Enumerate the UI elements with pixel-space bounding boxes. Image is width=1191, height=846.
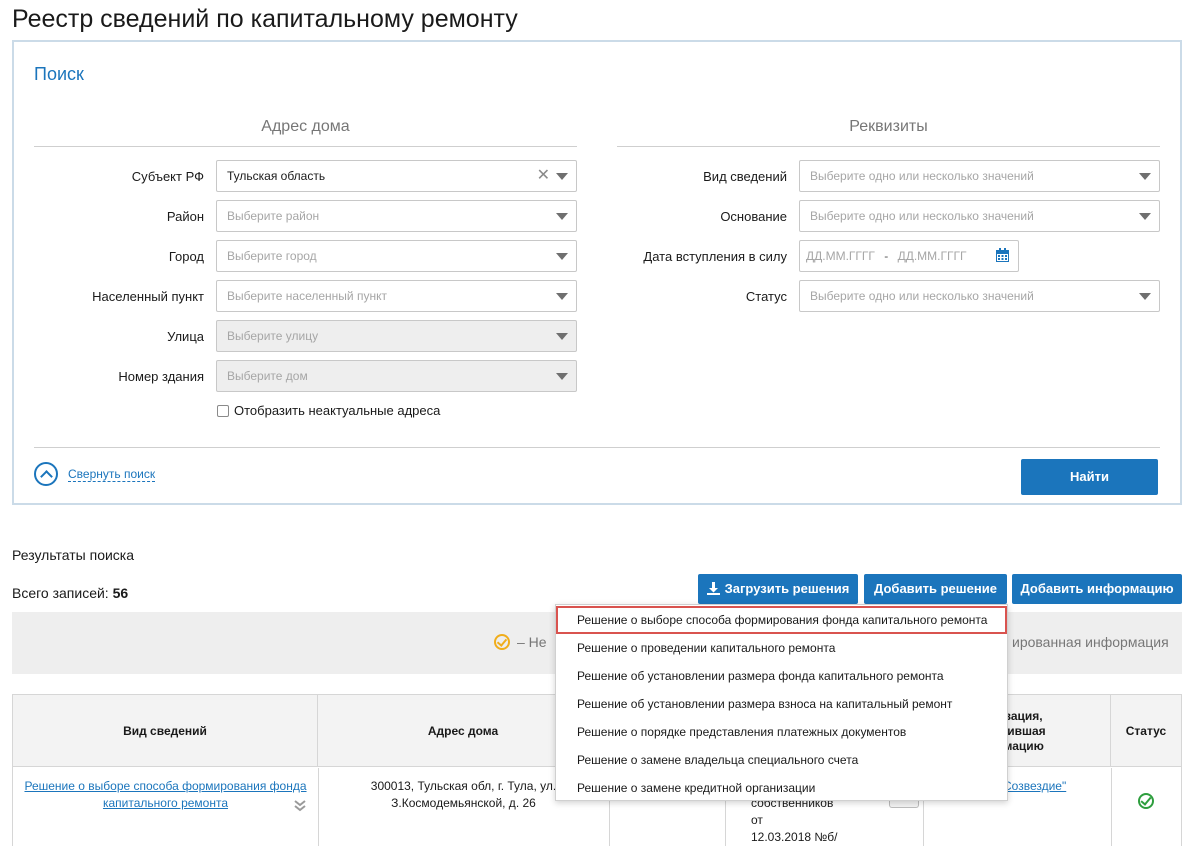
dropdown-item-fee-size[interactable]: Решение об установлении размера взноса н… (556, 690, 1007, 718)
dropdown-item-repair[interactable]: Решение о проведении капитального ремонт… (556, 634, 1007, 662)
basis-select[interactable]: Выберите одно или несколько значений (799, 200, 1160, 232)
info-kind-placeholder: Выберите одно или несколько значений (810, 169, 1034, 183)
requisites-section-divider (617, 146, 1160, 147)
row-kind-link[interactable]: Решение о выборе способа формирования фо… (24, 779, 306, 810)
basis-placeholder: Выберите одно или несколько значений (810, 209, 1034, 223)
building-label: Номер здания (118, 369, 204, 384)
status-placeholder: Выберите одно или несколько значений (810, 289, 1034, 303)
status-label: Статус (745, 289, 787, 304)
search-title: Поиск (34, 64, 84, 84)
dropdown-item-account-owner[interactable]: Решение о замене владельца специального … (556, 746, 1007, 774)
chevron-down-icon[interactable] (556, 213, 568, 220)
upload-decisions-label: Загрузить решения (724, 581, 850, 596)
building-select[interactable]: Выберите дом (216, 360, 577, 392)
clear-icon[interactable]: ✕ (537, 168, 550, 184)
city-select[interactable]: Выберите город (216, 240, 577, 272)
show-inactive-checkbox[interactable] (217, 404, 229, 417)
district-placeholder: Выберите район (227, 209, 320, 223)
dropdown-item-payment-docs[interactable]: Решение о порядке представления платежны… (556, 718, 1007, 746)
collapse-search[interactable]: Свернуть поиск (34, 462, 156, 486)
row-org-link[interactable]: Созвездие" (1003, 779, 1066, 793)
show-inactive-label: Отобразить неактуальные адреса (234, 403, 441, 418)
dropdown-item-fund-size[interactable]: Решение об установлении размера фонда ка… (556, 662, 1007, 690)
chevron-up-circle-icon[interactable] (34, 462, 58, 486)
search-panel: Поиск Адрес дома Реквизиты Субъект РФ Ту… (12, 40, 1182, 505)
find-button[interactable]: Найти (1021, 459, 1158, 495)
requisites-section-title: Реквизиты (849, 118, 928, 135)
city-placeholder: Выберите город (227, 249, 317, 263)
settlement-select[interactable]: Выберите населенный пункт (216, 280, 577, 312)
chevron-down-icon[interactable] (1139, 173, 1151, 180)
effective-date-range[interactable]: ДД.ММ.ГГГГ - ДД.ММ.ГГГГ (799, 240, 1019, 272)
calendar-icon[interactable] (995, 248, 1010, 263)
city-label: Город (168, 249, 204, 264)
add-decision-dropdown: Решение о выборе способа формирования фо… (555, 604, 1008, 801)
table-row: Решение о выборе способа формирования фо… (13, 768, 318, 822)
chevron-down-icon[interactable] (556, 253, 568, 260)
dropdown-item-fund-method[interactable]: Решение о выборе способа формирования фо… (556, 606, 1007, 634)
expand-icon[interactable] (294, 800, 306, 812)
basis-label: Основание (720, 209, 787, 224)
chevron-down-icon[interactable] (1139, 293, 1151, 300)
panel-divider (34, 447, 1160, 448)
total-count: 56 (112, 585, 129, 601)
chevron-down-icon[interactable] (556, 373, 568, 380)
info-kind-label: Вид сведений (703, 169, 787, 184)
chevron-down-icon[interactable] (556, 173, 568, 180)
row-basis-line2: 12.03.2018 №б/н (751, 830, 838, 844)
col-header-status: Статус (1125, 723, 1167, 738)
show-inactive-row[interactable]: Отобразить неактуальные адреса (217, 403, 440, 418)
date-from-input[interactable]: ДД.ММ.ГГГГ (806, 249, 875, 263)
dropdown-item-credit-org[interactable]: Решение о замене кредитной организации (556, 774, 1007, 802)
legend-text-right: ированная информация (1012, 634, 1169, 650)
effective-date-label: Дата вступления в силу (643, 249, 787, 264)
legend-text-left: – Не (517, 634, 547, 650)
col-divider (318, 768, 319, 846)
subject-value: Тульская область (227, 169, 326, 183)
info-kind-select[interactable]: Выберите одно или несколько значений (799, 160, 1160, 192)
total-label: Всего записей: (12, 585, 109, 601)
subject-select[interactable]: Тульская область ✕ (216, 160, 577, 192)
total-records: Всего записей: 56 (12, 585, 128, 601)
page-title: Реестр сведений по капитальному ремонту (12, 5, 518, 33)
settlement-placeholder: Выберите населенный пункт (227, 289, 387, 303)
col-divider (1111, 768, 1112, 846)
subject-label: Субъект РФ (131, 169, 204, 184)
district-select[interactable]: Выберите район (216, 200, 577, 232)
results-title: Результаты поиска (12, 547, 135, 563)
not-placed-icon (494, 634, 510, 650)
address-section-title: Адрес дома (261, 118, 350, 135)
collapse-search-link[interactable]: Свернуть поиск (68, 467, 156, 482)
add-info-button[interactable]: Добавить информацию (1012, 574, 1182, 604)
chevron-down-icon[interactable] (1139, 213, 1151, 220)
chevron-down-icon[interactable] (556, 293, 568, 300)
district-label: Район (166, 209, 204, 224)
date-to-input[interactable]: ДД.ММ.ГГГГ (898, 249, 967, 263)
street-placeholder: Выберите улицу (227, 329, 319, 343)
status-select[interactable]: Выберите одно или несколько значений (799, 280, 1160, 312)
building-placeholder: Выберите дом (227, 369, 308, 383)
chevron-down-icon[interactable] (556, 333, 568, 340)
street-label: Улица (167, 329, 204, 344)
date-separator: - (884, 249, 889, 263)
address-section-divider (34, 146, 577, 147)
street-select[interactable]: Выберите улицу (216, 320, 577, 352)
status-ok-icon (1138, 793, 1154, 809)
download-icon (706, 582, 720, 595)
upload-decisions-button[interactable]: Загрузить решения (698, 574, 858, 604)
col-header-kind: Вид сведений (13, 695, 318, 767)
settlement-label: Населенный пункт (92, 289, 204, 304)
add-decision-button[interactable]: Добавить решение (864, 574, 1007, 604)
